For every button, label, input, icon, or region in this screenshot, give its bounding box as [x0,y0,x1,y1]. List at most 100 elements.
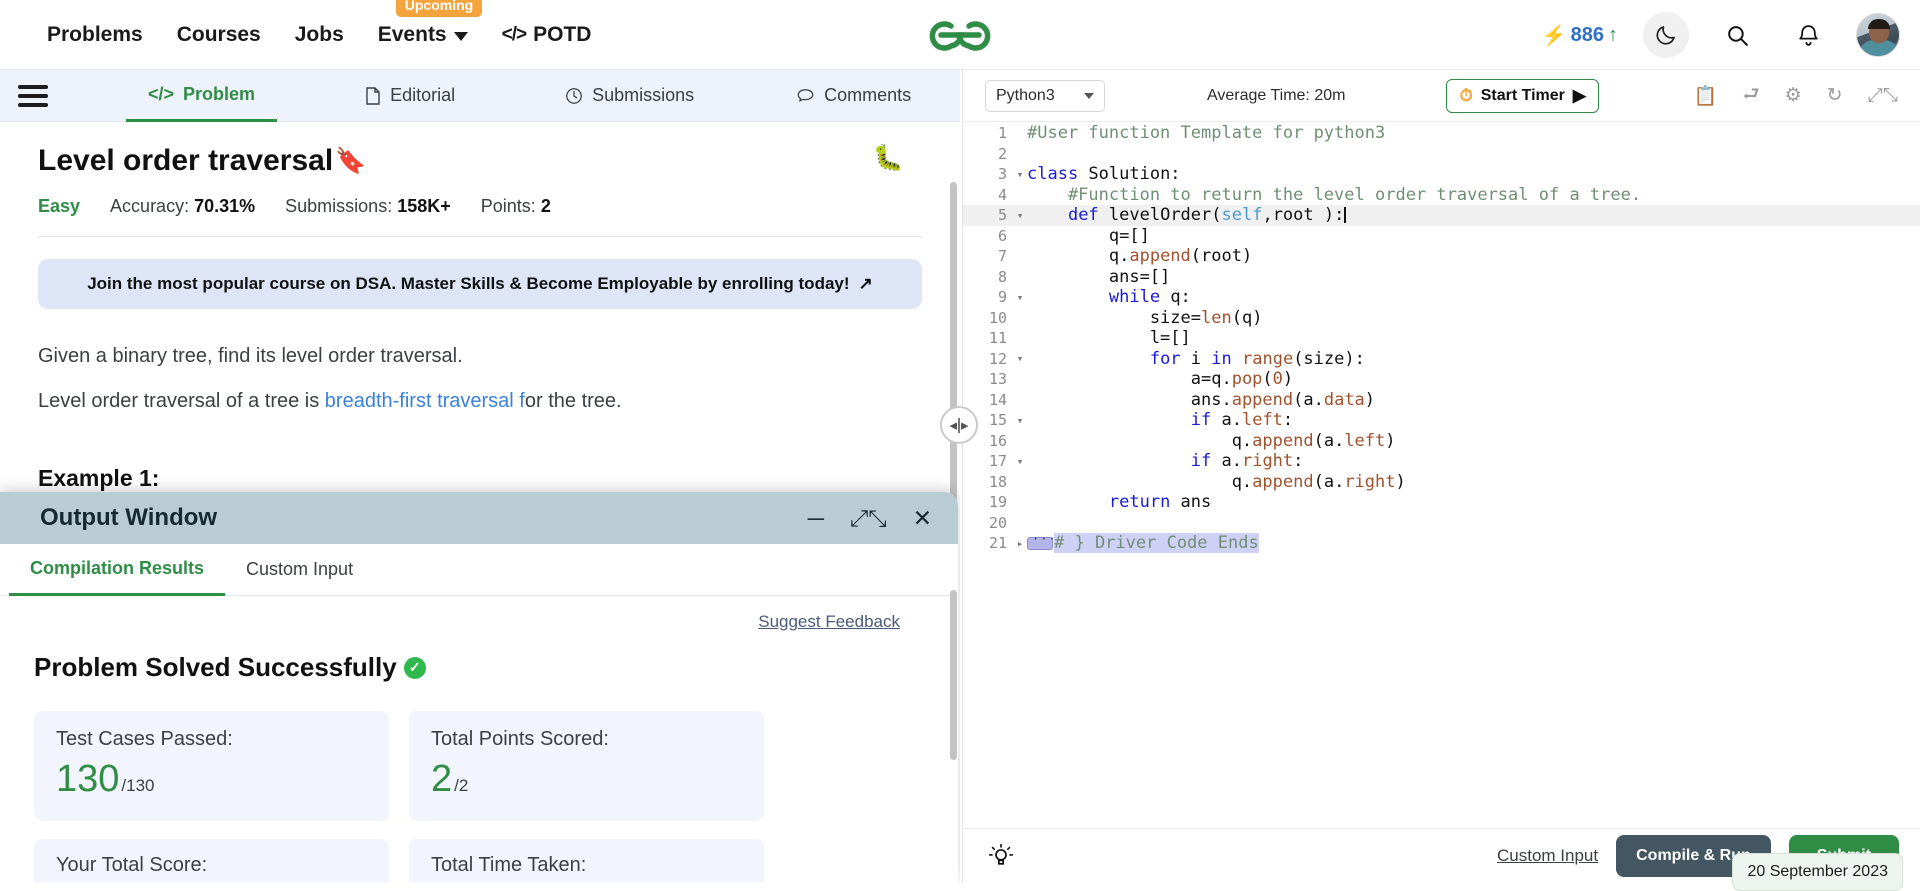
line-number: 11 [988,329,1007,348]
avatar[interactable] [1856,13,1900,57]
fold-marker[interactable]: ▾ [1013,291,1027,304]
bolt-icon: ⚡ [1541,24,1567,47]
code-text: if a.right: [1190,451,1304,472]
code-editor[interactable]: 1 #User function Template for python3 2 3… [963,123,1920,828]
total-time-card: Total Time Taken: [409,839,764,882]
submissions-label: Submissions: [285,196,393,216]
problem-meta: Easy Accuracy: 70.31% Submissions: 158K+… [38,196,922,217]
splitter-right-arrow-icon: ▸ [961,417,969,434]
code-text: q.append(root) [1027,246,1253,267]
clock-icon [566,87,582,104]
problem-pane: </> Problem Editorial Submissions Commen… [0,70,960,882]
tab-submissions[interactable]: Submissions [543,70,716,122]
code-line: 2 [963,144,1920,165]
streak-count: 886 [1570,23,1604,46]
notifications-button[interactable] [1785,12,1831,58]
code-line: 15 ▾ if a.left: [963,410,1920,431]
lightbulb-icon [988,843,1014,865]
points-scored-value: 2 [431,758,453,800]
line-number: 17 [988,452,1007,471]
code-text: #Function to return the level order trav… [1027,184,1642,205]
submissions-value: 158K+ [397,196,451,216]
bug-icon[interactable]: 🐛 [873,144,904,173]
points-value: 2 [540,196,551,216]
tab-compilation-results[interactable]: Compilation Results [9,544,226,596]
promo-banner[interactable]: Join the most popular course on DSA. Mas… [38,259,922,309]
close-icon[interactable]: ✕ [913,506,932,530]
gear-icon[interactable]: ⚙ [1785,84,1802,107]
suggest-feedback-link[interactable]: Suggest Feedback [34,612,900,632]
collapsed-region-icon[interactable] [1027,532,1057,550]
code-line: 11 l=[] [963,328,1920,349]
streak-counter[interactable]: ⚡ 886 ↑ [1542,23,1618,48]
nav-item-events[interactable]: Upcoming Events [378,0,483,47]
expand-icon[interactable]: ⤢⤡ [850,506,887,530]
line-number: 19 [988,493,1007,512]
tab-custom-input[interactable]: Custom Input [225,544,374,596]
code-text: return ans [1108,492,1212,513]
pane-splitter-handle[interactable]: ◂ ▸ [940,406,978,444]
theme-toggle-button[interactable] [1643,12,1689,58]
accuracy-value: 70.31% [194,196,256,216]
points-stat: Points: 2 [481,196,551,217]
line-number: 5 [997,206,1007,225]
tab-problem[interactable]: </> Problem [126,70,278,122]
code-line: 20 [963,513,1920,534]
nav-item-courses[interactable]: Courses [177,23,261,47]
date-tooltip: 20 September 2023 [1732,852,1903,891]
minimize-icon[interactable]: ─ [808,506,824,530]
nav-item-potd[interactable]: </> POTD [502,23,592,47]
fullscreen-icon[interactable]: ⤢⤡ [1868,85,1898,107]
total-score-card: Your Total Score: [34,839,389,882]
fold-marker[interactable]: ▸ [1013,537,1027,550]
nav-item-problems[interactable]: Problems [47,23,143,47]
editor-toolbar: Python3 Average Time: 20m ⏱ Start Timer … [963,70,1920,122]
menu-icon[interactable] [18,80,48,112]
fold-marker[interactable]: ▾ [1013,414,1027,427]
result-cards-secondary: Your Total Score: Total Time Taken: [34,839,920,882]
splitter-bar-icon [958,417,960,433]
tab-comments[interactable]: Comments [774,70,933,122]
test-cases-value-row: 130 /130 [56,758,367,801]
geeksforgeeks-logo[interactable] [925,12,995,63]
bfs-link[interactable]: breadth-first traversal f [325,390,525,412]
fold-marker[interactable]: ▾ [1013,168,1027,181]
code-line: 8 ans=[] [963,267,1920,288]
code-text: q=[] [1027,225,1150,246]
start-timer-button[interactable]: ⏱ Start Timer ▶ [1446,78,1599,113]
line-number: 12 [988,349,1007,368]
problem-description: Given a binary tree, find its level orde… [38,339,922,419]
language-value: Python3 [996,86,1055,104]
points-scored-value-row: 2 /2 [431,758,742,801]
nav-item-jobs[interactable]: Jobs [295,23,344,47]
desc-line-2-post: or the tree. [524,390,622,412]
code-line: 13 a=q.pop(0) [963,369,1920,390]
line-number: 7 [997,247,1007,266]
fold-marker[interactable]: ▾ [1013,352,1027,365]
bookmark-icon[interactable]: 🔖 [335,148,366,174]
test-cases-card: Test Cases Passed: 130 /130 [34,711,389,821]
promo-text: Join the most popular course on DSA. Mas… [87,274,850,293]
search-button[interactable] [1714,12,1760,58]
menu-bar-1 [18,84,48,89]
tab-editorial[interactable]: Editorial [343,70,477,122]
output-window-title: Output Window [40,504,218,531]
language-select[interactable]: Python3 [985,79,1105,112]
desc-line-1: Given a binary tree, find its level orde… [38,345,463,367]
fold-marker[interactable]: ▾ [1013,209,1027,222]
tab-label-editorial: Editorial [390,85,456,105]
problem-scrollbar-thumb[interactable] [950,182,957,522]
points-scored-total: /2 [454,776,469,795]
status-badge: Problem Solved Successfully [34,652,397,682]
reset-icon[interactable]: ↻ [1827,84,1843,107]
custom-input-link[interactable]: Custom Input [1497,846,1598,866]
line-number: 6 [997,226,1007,245]
copy-icon[interactable]: 📋 [1694,84,1718,108]
nav-label-courses: Courses [176,22,261,46]
output-scrollbar-thumb[interactable] [950,590,957,760]
code-text: if a.left: [1190,410,1294,431]
fold-marker[interactable]: ▾ [1013,455,1027,468]
points-scored-label: Total Points Scored: [431,728,609,750]
hint-bulb-button[interactable] [981,835,1021,876]
upload-icon[interactable]: ⮐ [1743,80,1760,112]
